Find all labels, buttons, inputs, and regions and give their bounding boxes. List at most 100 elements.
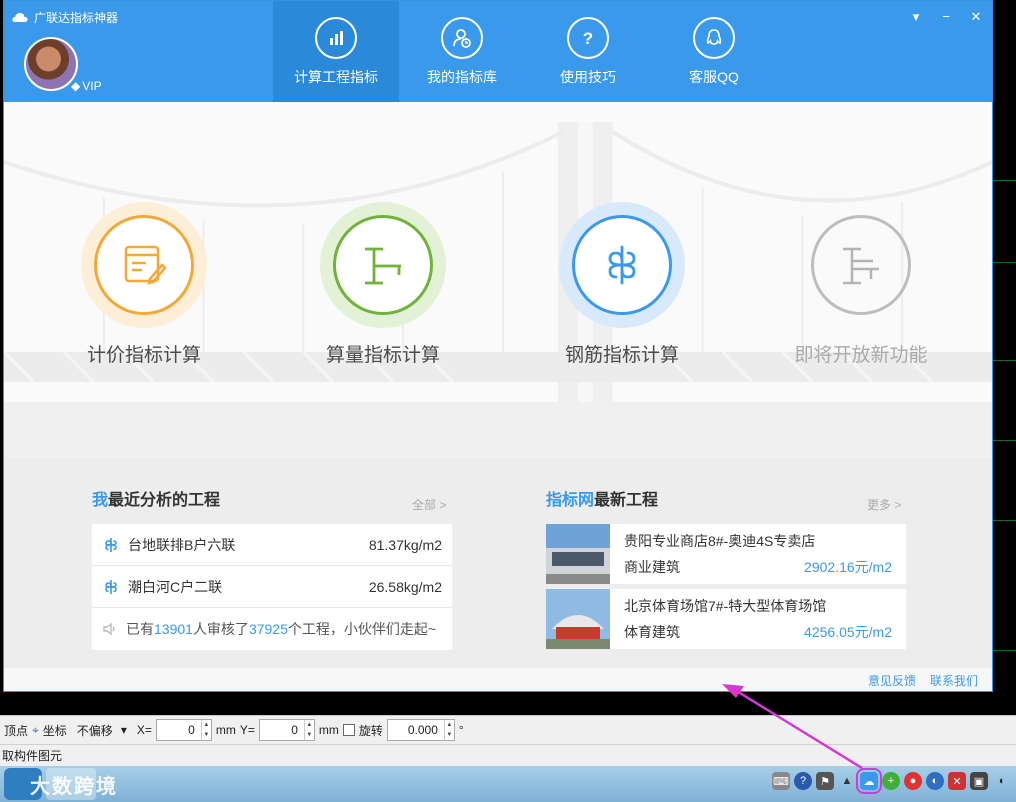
project-meta: 体育建筑 4256.05元/m2 bbox=[624, 622, 892, 642]
project-value: 81.37kg/m2 bbox=[368, 536, 442, 553]
project-type: 商业建筑 bbox=[624, 559, 680, 575]
cloud-app-tray-icon[interactable]: ☁ bbox=[856, 768, 882, 794]
project-title: 贵阳专业商店8#-奥迪4S专卖店 bbox=[624, 533, 816, 549]
feature-quantity[interactable]: 算量指标计算 bbox=[303, 202, 463, 367]
y-input[interactable]: 0 ▲ ▼ bbox=[258, 719, 315, 741]
feature-halo bbox=[320, 202, 446, 328]
app-window: 广联达指标神器 ▾ − ✕ ◆ VIP 计算工程指标 我的指标库 ? 使用技巧 … bbox=[3, 0, 993, 692]
user-library-icon bbox=[441, 16, 483, 59]
spin-arrows-icon[interactable]: ▲ ▼ bbox=[200, 720, 211, 740]
rotate-input[interactable]: 0.000 ▲ ▼ bbox=[386, 719, 455, 741]
chevron-up-icon[interactable]: ▲ bbox=[838, 772, 856, 790]
tab-customer-qq[interactable]: 客服QQ bbox=[651, 1, 777, 102]
project-value: 26.58kg/m2 bbox=[368, 578, 442, 595]
stat-prefix: 已有 bbox=[126, 621, 154, 637]
close-icon[interactable]: ✕ bbox=[968, 9, 984, 25]
tab-usage-tips[interactable]: ? 使用技巧 bbox=[525, 1, 651, 102]
latest-project-card[interactable]: 贵阳专业商店8#-奥迪4S专卖店 商业建筑 2902.16元/m2 bbox=[546, 524, 906, 584]
project-thumbnail bbox=[546, 589, 610, 649]
system-tray: ⌨ ? ⚑ ▲ ☁ + ● ◐ ✕ ▣ ◖ bbox=[772, 768, 1016, 794]
qq-icon[interactable]: ● bbox=[904, 772, 922, 790]
x-unit: mm bbox=[215, 723, 236, 737]
feature-label: 算量指标计算 bbox=[325, 345, 440, 366]
hero-section: 计价指标计算 算量指标计算 钢筋指标计算 即将开放新功能 bbox=[4, 102, 992, 458]
avatar[interactable] bbox=[24, 37, 78, 91]
question-icon: ? bbox=[567, 16, 609, 59]
contact-link[interactable]: 联系我们 bbox=[930, 672, 978, 689]
feature-label: 计价指标计算 bbox=[86, 345, 201, 366]
list-item[interactable]: 潮白河C户二联 26.58kg/m2 bbox=[92, 566, 452, 608]
diamond-icon: ◆ bbox=[71, 79, 81, 93]
coordinate-label[interactable]: 坐标 bbox=[43, 722, 67, 739]
network-icon[interactable]: ▣ bbox=[970, 772, 988, 790]
feature-pricing[interactable]: 计价指标计算 bbox=[64, 202, 224, 367]
menu-dropdown-icon[interactable]: ▾ bbox=[908, 9, 924, 25]
globe-icon[interactable]: ◐ bbox=[926, 772, 944, 790]
offset-mode-value: 不偏移 bbox=[76, 723, 113, 738]
project-info: 贵阳专业商店8#-奥迪4S专卖店 商业建筑 2902.16元/m2 bbox=[610, 524, 906, 584]
warning-flag-icon[interactable]: ✕ bbox=[948, 772, 966, 790]
feature-halo bbox=[81, 202, 207, 328]
coming-soon-icon bbox=[811, 215, 911, 315]
stat-middle: 人审核了 bbox=[192, 621, 249, 637]
project-title: 北京体育场馆7#-特大型体育场馆 bbox=[624, 598, 827, 614]
feature-halo bbox=[559, 202, 685, 328]
latest-project-card[interactable]: 北京体育场馆7#-特大型体育场馆 体育建筑 4256.05元/m2 bbox=[546, 589, 906, 649]
tab-label: 我的指标库 bbox=[427, 68, 497, 85]
cad-toolbar: 顶点 ⌖ 坐标 不偏移 ▾ X= 0 ▲ ▼ mm Y= 0 ▲ ▼ mm 旋转 0… bbox=[0, 715, 1016, 744]
project-meta: 商业建筑 2902.16元/m2 bbox=[624, 557, 892, 577]
spin-arrows-icon[interactable]: ▲ ▼ bbox=[303, 720, 314, 740]
speaker-icon bbox=[103, 622, 115, 636]
list-item[interactable]: 台地联排B户六联 81.37kg/m2 bbox=[92, 524, 452, 566]
plus-icon[interactable]: + bbox=[882, 772, 900, 790]
stat-suffix: 个工程，小伙伴们走起~ bbox=[287, 621, 437, 637]
feature-rebar[interactable]: 钢筋指标计算 bbox=[542, 202, 702, 367]
rotate-checkbox[interactable] bbox=[342, 724, 355, 736]
flag-icon[interactable]: ⚑ bbox=[816, 772, 834, 790]
more-link[interactable]: 更多 > bbox=[867, 496, 901, 513]
recent-projects-list: 台地联排B户六联 81.37kg/m2 潮白河C户二联 26.58kg/m2 已… bbox=[92, 524, 452, 650]
y-label: Y= bbox=[239, 723, 255, 737]
tab-label: 使用技巧 bbox=[560, 68, 616, 85]
offset-mode-select[interactable]: 不偏移 ▾ bbox=[71, 719, 133, 741]
feature-halo bbox=[798, 202, 924, 328]
quantity-beam-icon bbox=[333, 215, 433, 315]
project-price: 4256.05元/m2 bbox=[804, 624, 892, 640]
degree-symbol: ° bbox=[458, 723, 464, 737]
title-highlight: 指标网 bbox=[546, 492, 595, 509]
bottom-panel: 我最近分析的工程 全部 > 台地联排B户六联 81.37kg/m2 潮白河C户二… bbox=[4, 458, 992, 668]
vip-badge: ◆ VIP bbox=[71, 79, 102, 93]
title-rest: 最近分析的工程 bbox=[108, 492, 221, 509]
feature-label: 钢筋指标计算 bbox=[564, 345, 679, 366]
coordinate-icon: ⌖ bbox=[32, 722, 39, 737]
status-bar: 取构件图元 bbox=[0, 744, 1016, 766]
minimize-icon[interactable]: − bbox=[938, 9, 954, 25]
view-all-link[interactable]: 全部 > bbox=[412, 496, 446, 513]
stats-row: 已有 13901 人审核了 37925 个工程，小伙伴们走起~ bbox=[92, 608, 452, 650]
pricing-form-icon bbox=[94, 215, 194, 315]
project-info: 北京体育场馆7#-特大型体育场馆 体育建筑 4256.05元/m2 bbox=[610, 589, 906, 649]
tab-label: 客服QQ bbox=[689, 68, 739, 85]
vertex-label[interactable]: 顶点 bbox=[4, 722, 28, 739]
y-value: 0 bbox=[291, 723, 298, 737]
volume-icon[interactable]: ◖ bbox=[992, 772, 1010, 790]
cloud-logo-icon bbox=[12, 13, 28, 22]
x-value: 0 bbox=[188, 723, 195, 737]
feedback-link[interactable]: 意见反馈 bbox=[868, 672, 916, 689]
main-nav: 计算工程指标 我的指标库 ? 使用技巧 客服QQ bbox=[273, 1, 777, 102]
tab-label: 计算工程指标 bbox=[294, 68, 378, 85]
keyboard-icon[interactable]: ⌨ bbox=[772, 772, 790, 790]
rotate-value: 0.000 bbox=[407, 723, 438, 737]
x-input[interactable]: 0 ▲ ▼ bbox=[155, 719, 212, 741]
project-price: 2902.16元/m2 bbox=[804, 559, 892, 575]
help-icon[interactable]: ? bbox=[794, 772, 812, 790]
window-controls: ▾ − ✕ bbox=[908, 9, 984, 25]
tab-calc-indicators[interactable]: 计算工程指标 bbox=[273, 1, 399, 102]
spin-arrows-icon[interactable]: ▲ ▼ bbox=[443, 720, 454, 740]
vip-label: VIP bbox=[82, 79, 102, 93]
project-name: 台地联排B户六联 bbox=[128, 536, 236, 553]
rotate-label: 旋转 bbox=[358, 723, 383, 738]
feature-label: 即将开放新功能 bbox=[794, 345, 928, 366]
tab-my-library[interactable]: 我的指标库 bbox=[399, 1, 525, 102]
bar-chart-icon bbox=[315, 16, 357, 59]
